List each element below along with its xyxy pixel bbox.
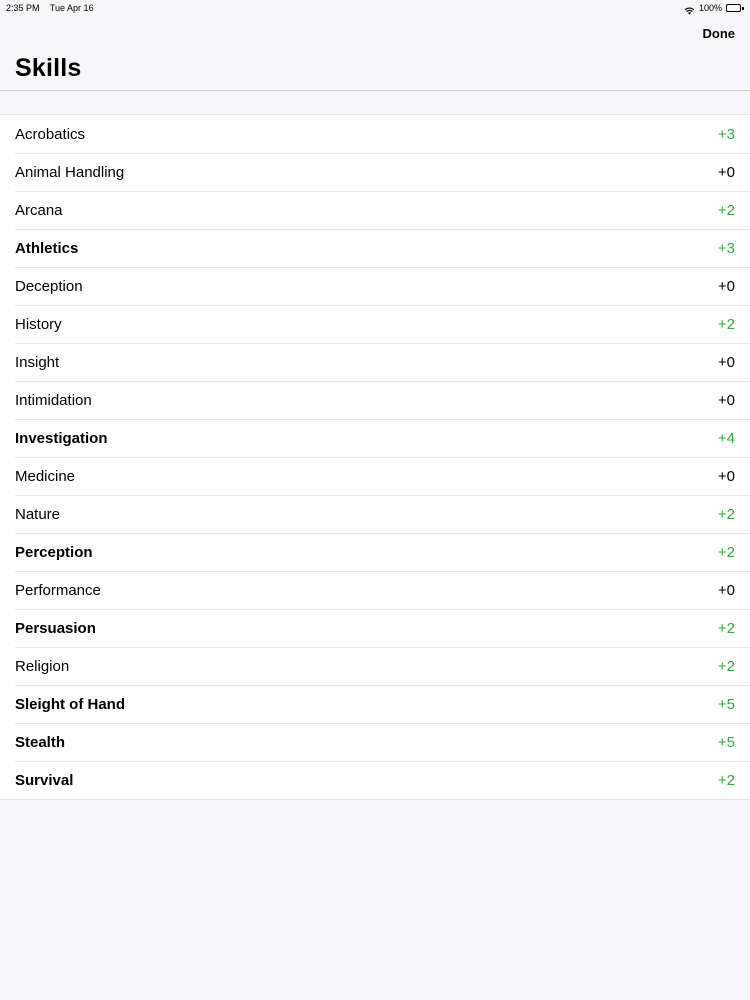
- navigation-bar: Done Skills: [0, 16, 750, 91]
- skill-name: Insight: [15, 353, 60, 371]
- skill-row-investigation[interactable]: Investigation +4: [0, 419, 750, 457]
- status-bar-right: 100%: [684, 0, 744, 16]
- skill-row-performance[interactable]: Performance +0: [0, 571, 750, 609]
- skill-name: Sleight of Hand: [15, 695, 125, 713]
- skill-name: Intimidation: [15, 391, 92, 409]
- skill-row-athletics[interactable]: Athletics +3: [0, 229, 750, 267]
- skill-name: Nature: [15, 505, 61, 523]
- done-button[interactable]: Done: [703, 26, 736, 41]
- page-title: Skills: [15, 54, 82, 82]
- skill-name: Acrobatics: [15, 125, 86, 143]
- status-bar: 2:35 PM Tue Apr 16 100%: [0, 0, 750, 16]
- skill-row-persuasion[interactable]: Persuasion +2: [0, 609, 750, 647]
- skill-name: Perception: [15, 543, 93, 561]
- skill-modifier: +2: [717, 771, 735, 789]
- skill-modifier: +5: [717, 695, 735, 713]
- skill-modifier: +0: [717, 391, 735, 409]
- battery-icon: [726, 4, 744, 12]
- skill-modifier: +0: [717, 163, 735, 181]
- skill-row-animal-handling[interactable]: Animal Handling +0: [0, 153, 750, 191]
- skill-name: Survival: [15, 771, 74, 789]
- skill-modifier: +2: [717, 505, 735, 523]
- skill-name: Animal Handling: [15, 163, 125, 181]
- skill-modifier: +5: [717, 733, 735, 751]
- skill-row-perception[interactable]: Perception +2: [0, 533, 750, 571]
- skill-modifier: +2: [717, 657, 735, 675]
- skill-row-acrobatics[interactable]: Acrobatics +3: [0, 115, 750, 153]
- skill-row-stealth[interactable]: Stealth +5: [0, 723, 750, 761]
- skill-row-deception[interactable]: Deception +0: [0, 267, 750, 305]
- skill-name: Deception: [15, 277, 83, 295]
- skill-modifier: +3: [717, 125, 735, 143]
- status-date: Tue Apr 16: [49, 3, 94, 13]
- skill-row-religion[interactable]: Religion +2: [0, 647, 750, 685]
- status-time: 2:35 PM: [6, 3, 40, 13]
- skill-name: Religion: [15, 657, 70, 675]
- skill-name: History: [15, 315, 62, 333]
- skill-row-survival[interactable]: Survival +2: [0, 761, 750, 799]
- skill-name: Athletics: [15, 239, 79, 257]
- skill-modifier: +0: [717, 353, 735, 371]
- skill-modifier: +0: [717, 581, 735, 599]
- skill-modifier: +2: [717, 619, 735, 637]
- skill-row-nature[interactable]: Nature +2: [0, 495, 750, 533]
- skill-modifier: +0: [717, 277, 735, 295]
- status-bar-left: 2:35 PM Tue Apr 16: [6, 0, 102, 16]
- skill-modifier: +3: [717, 239, 735, 257]
- skill-name: Persuasion: [15, 619, 96, 637]
- skill-name: Arcana: [15, 201, 63, 219]
- skill-modifier: +2: [717, 315, 735, 333]
- skill-row-intimidation[interactable]: Intimidation +0: [0, 381, 750, 419]
- wifi-icon: [684, 4, 695, 15]
- skills-list: Acrobatics +3 Animal Handling +0 Arcana …: [0, 114, 750, 800]
- skill-name: Stealth: [15, 733, 66, 751]
- skill-modifier: +4: [717, 429, 735, 447]
- skill-name: Medicine: [15, 467, 76, 485]
- skill-row-history[interactable]: History +2: [0, 305, 750, 343]
- skill-name: Performance: [15, 581, 101, 599]
- skill-row-insight[interactable]: Insight +0: [0, 343, 750, 381]
- skill-name: Investigation: [15, 429, 108, 447]
- skill-row-medicine[interactable]: Medicine +0: [0, 457, 750, 495]
- skill-row-sleight-of-hand[interactable]: Sleight of Hand +5: [0, 685, 750, 723]
- skill-modifier: +2: [717, 201, 735, 219]
- skill-modifier: +2: [717, 543, 735, 561]
- skill-modifier: +0: [717, 467, 735, 485]
- battery-percent: 100%: [698, 3, 722, 13]
- skill-row-arcana[interactable]: Arcana +2: [0, 191, 750, 229]
